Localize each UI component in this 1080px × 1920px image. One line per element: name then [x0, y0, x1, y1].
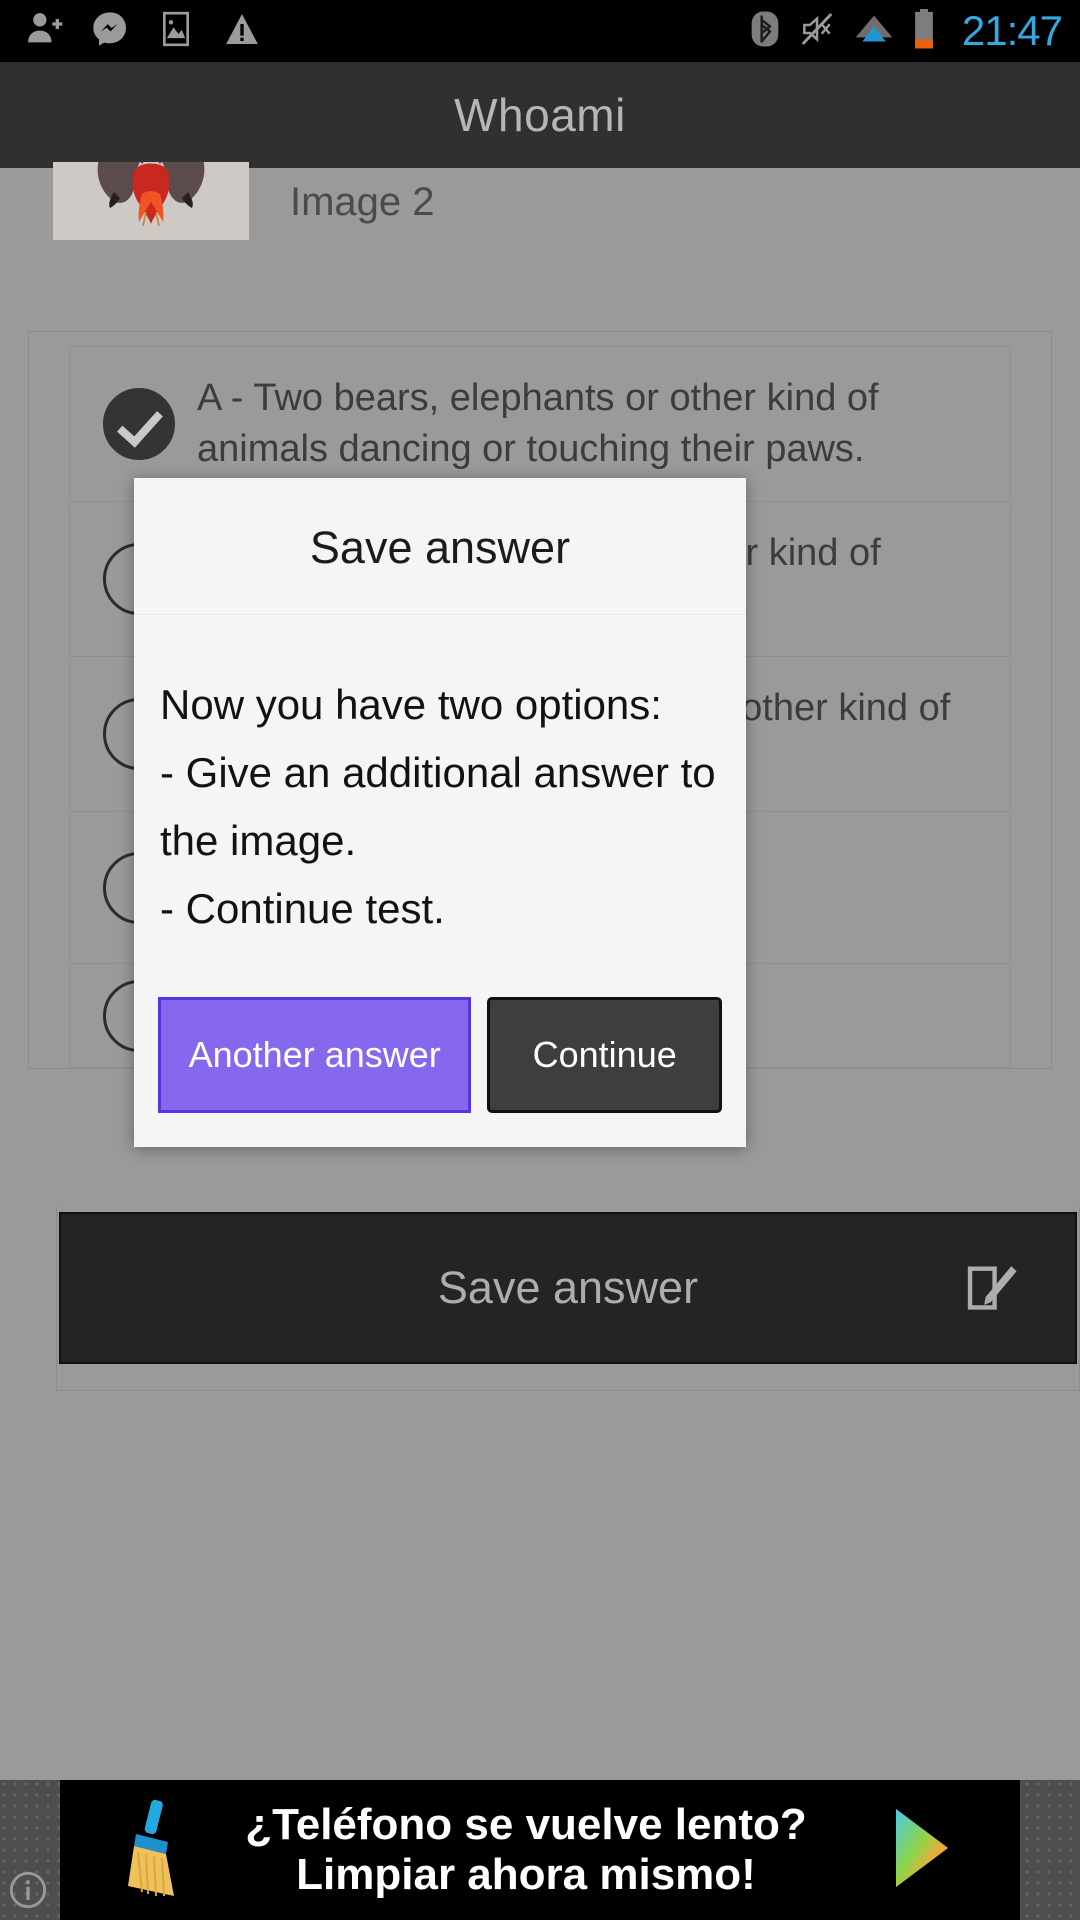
save-answer-label: Save answer [437, 1262, 699, 1313]
status-bar: 21:47 [0, 0, 1080, 62]
mute-icon [798, 9, 836, 54]
google-play-icon[interactable] [888, 1805, 964, 1896]
bluetooth-icon [748, 9, 782, 54]
ad-banner[interactable]: ¿Teléfono se vuelve lento? Limpiar ahora… [0, 1780, 1080, 1920]
wifi-icon [852, 9, 896, 54]
status-bar-notification-icons [24, 9, 748, 54]
add-contact-icon [24, 9, 64, 54]
save-answer-section: Save answer [56, 1206, 1080, 1391]
ad-headline: ¿Teléfono se vuelve lento? [245, 1799, 807, 1849]
status-bar-clock: 21:47 [961, 7, 1063, 54]
broom-icon [112, 1796, 204, 1905]
ad-content[interactable]: ¿Teléfono se vuelve lento? Limpiar ahora… [60, 1780, 1020, 1920]
app-screen: 21:47 Whoami Image 2 A - Two bears, elep… [0, 0, 1080, 1920]
dialog-title: Save answer [134, 478, 746, 615]
app-action-bar: Whoami [0, 62, 1080, 168]
continue-button[interactable]: Continue [487, 997, 722, 1113]
dialog-message: Now you have two options: - Give an addi… [160, 681, 716, 932]
ad-info-icon[interactable] [8, 1870, 48, 1910]
image-header-row: Image 2 [28, 162, 1052, 332]
messenger-icon [90, 9, 130, 54]
page-title: Whoami [454, 89, 626, 141]
edit-pencil-icon [961, 1255, 1023, 1322]
image-label: Image 2 [290, 180, 435, 224]
inkblot-graphic [97, 162, 205, 226]
radio-button-a[interactable] [103, 388, 175, 460]
ad-subline: Limpiar ahora mismo! [296, 1850, 756, 1899]
ad-text-block: ¿Teléfono se vuelve lento? Limpiar ahora… [204, 1800, 888, 1900]
test-card: Image 2 A - Two bears, elephants or othe… [28, 162, 1080, 1391]
photo-icon [156, 9, 196, 54]
dialog-button-row: Another answer Continue [134, 953, 746, 1147]
rorschach-inkblot-thumbnail[interactable] [53, 162, 249, 240]
another-answer-button[interactable]: Another answer [158, 997, 472, 1113]
battery-icon [912, 8, 936, 55]
save-answer-dialog: Save answer Now you have two options: - … [134, 478, 746, 1147]
warning-icon [222, 9, 262, 54]
status-bar-system-icons: 21:47 [748, 7, 1063, 55]
save-answer-button[interactable]: Save answer [59, 1212, 1077, 1364]
